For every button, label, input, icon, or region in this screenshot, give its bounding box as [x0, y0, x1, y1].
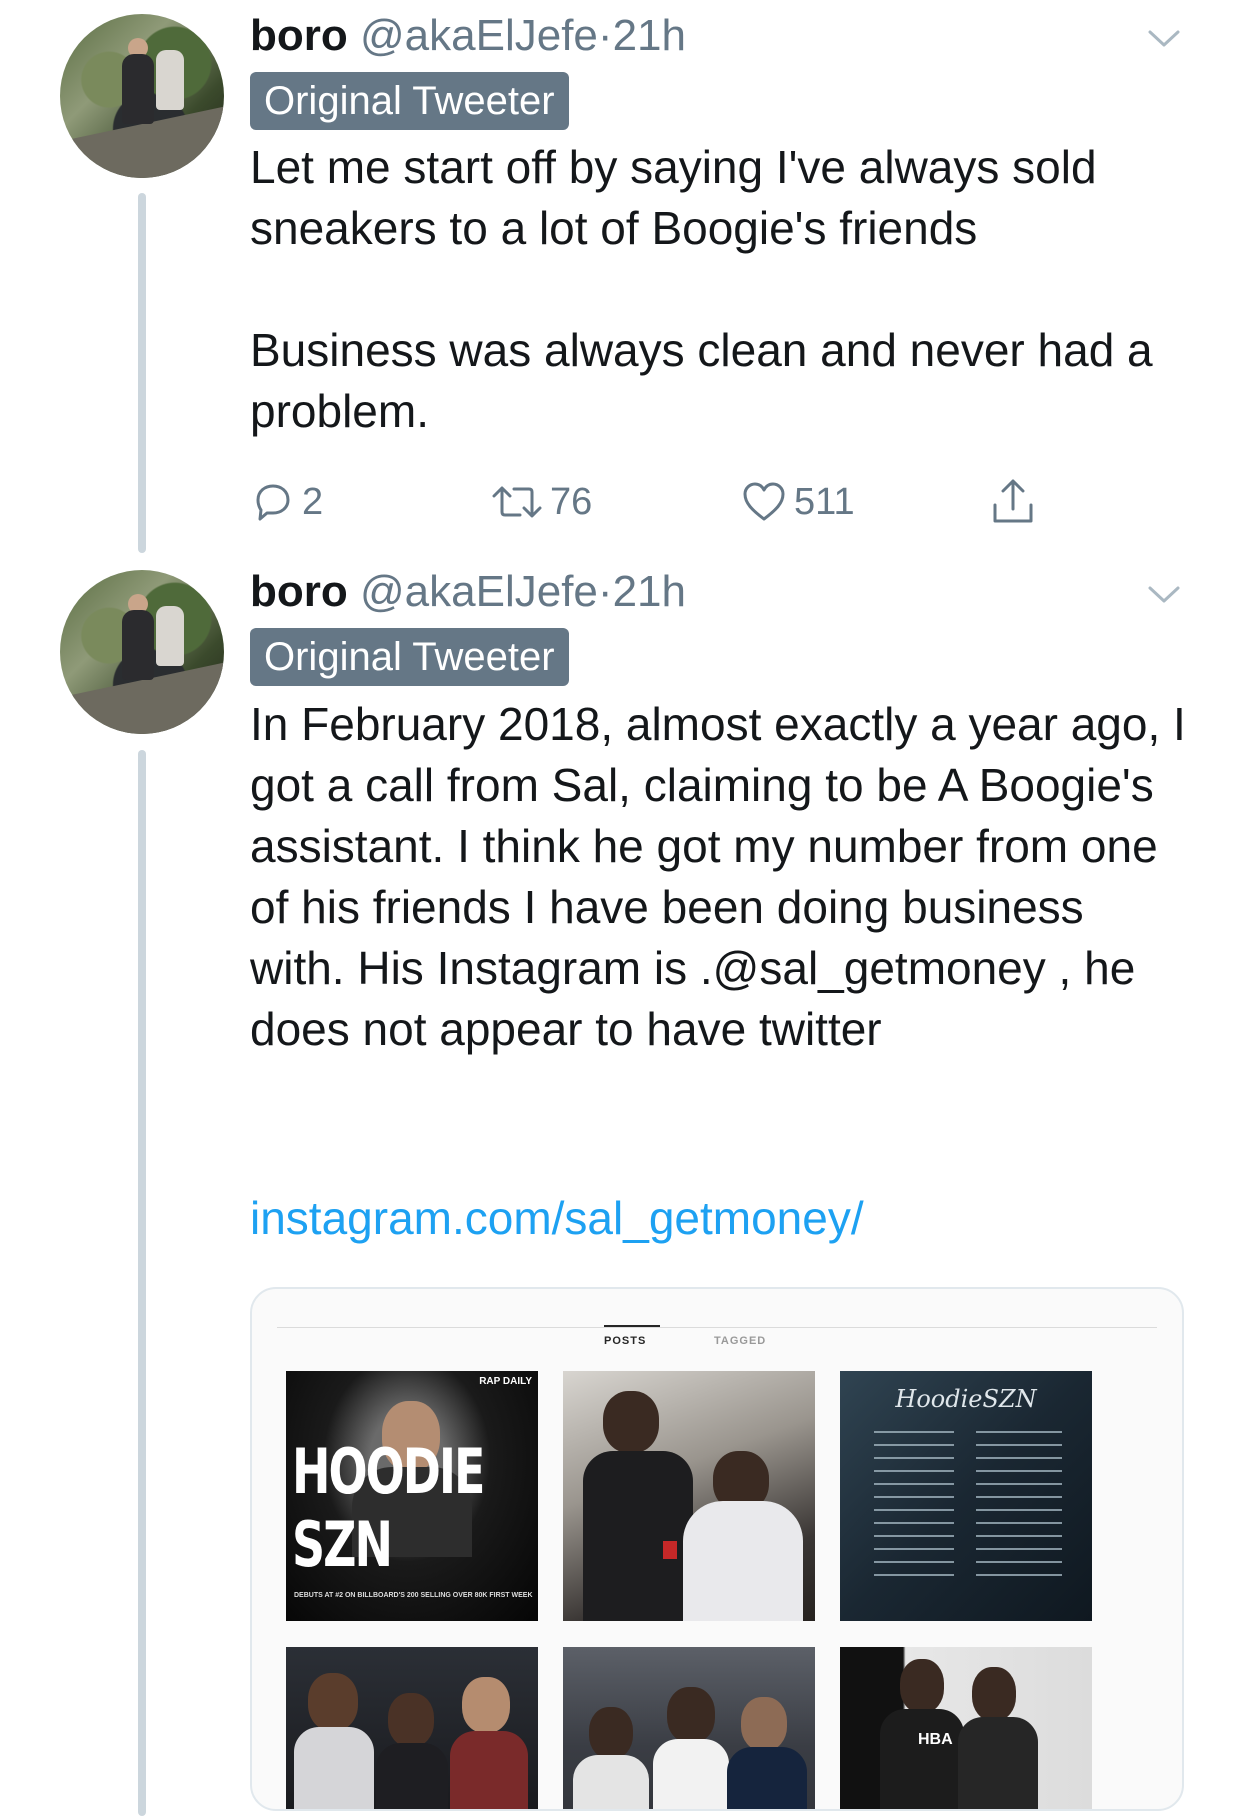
author-name[interactable]: boro	[250, 567, 348, 616]
timestamp[interactable]: 21h	[613, 567, 686, 616]
ig-post-tile	[563, 1371, 815, 1621]
reply-button[interactable]: 2	[250, 472, 323, 532]
avatar[interactable]	[60, 14, 224, 178]
separator: ·	[597, 11, 613, 60]
chevron-down-icon[interactable]	[1144, 574, 1184, 614]
tile-title: HBA	[918, 1731, 953, 1748]
like-count: 511	[794, 480, 855, 523]
ig-post-tile: HBA	[840, 1647, 1092, 1809]
reply-count: 2	[302, 480, 324, 523]
tweet-header: boro @akaElJefe·21h	[250, 566, 686, 618]
ig-post-tile	[286, 1647, 538, 1809]
author-name[interactable]: boro	[250, 11, 348, 60]
ig-tab-posts: POSTS	[604, 1335, 647, 1347]
retweet-count: 76	[550, 480, 593, 523]
retweet-icon	[492, 486, 542, 518]
thread-line	[138, 193, 146, 553]
retweet-button[interactable]: 76	[490, 472, 592, 532]
author-handle[interactable]: @akaElJefe	[360, 11, 598, 60]
tweet-text: In February 2018, almost exactly a year …	[250, 698, 1186, 1055]
ig-post-tile: RAP DAILY HOODIE SZN DEBUTS AT #2 ON BIL…	[286, 1371, 538, 1621]
separator: ·	[597, 567, 613, 616]
ig-tab-tagged: TAGGED	[714, 1335, 767, 1347]
original-tweeter-badge: Original Tweeter	[250, 72, 569, 130]
original-tweeter-badge: Original Tweeter	[250, 628, 569, 686]
ig-tabbar: POSTS TAGGED	[252, 1289, 1182, 1349]
tile-subtitle: DEBUTS AT #2 ON BILLBOARD'S 200 SELLING …	[294, 1592, 533, 1599]
thread-line	[138, 750, 146, 1816]
tile-title: HOODIE SZN	[292, 1435, 485, 1581]
ig-post-tile: HoodieSZN	[840, 1371, 1092, 1621]
share-icon	[993, 479, 1033, 523]
author-handle[interactable]: @akaElJefe	[360, 567, 598, 616]
timestamp[interactable]: 21h	[613, 11, 686, 60]
share-button[interactable]	[990, 472, 1042, 532]
tweet-header: boro @akaElJefe·21h	[250, 10, 686, 62]
heart-icon	[743, 482, 785, 521]
tile-title: HoodieSZN	[895, 1385, 1037, 1413]
chevron-down-icon[interactable]	[1144, 18, 1184, 58]
instagram-link[interactable]: instagram.com/sal_getmoney/	[250, 1188, 864, 1249]
tweet-actions: 2 76 511	[250, 472, 1050, 532]
ig-post-tile	[563, 1647, 815, 1809]
like-button[interactable]: 511	[740, 472, 855, 532]
instagram-preview-image[interactable]: POSTS TAGGED RAP DAILY HOODIE SZN DEBUTS…	[250, 1287, 1184, 1811]
avatar[interactable]	[60, 570, 224, 734]
reply-icon	[256, 484, 290, 521]
tile-logo: RAP DAILY	[479, 1376, 532, 1387]
tweet-text: Let me start off by saying I've always s…	[250, 141, 1153, 437]
